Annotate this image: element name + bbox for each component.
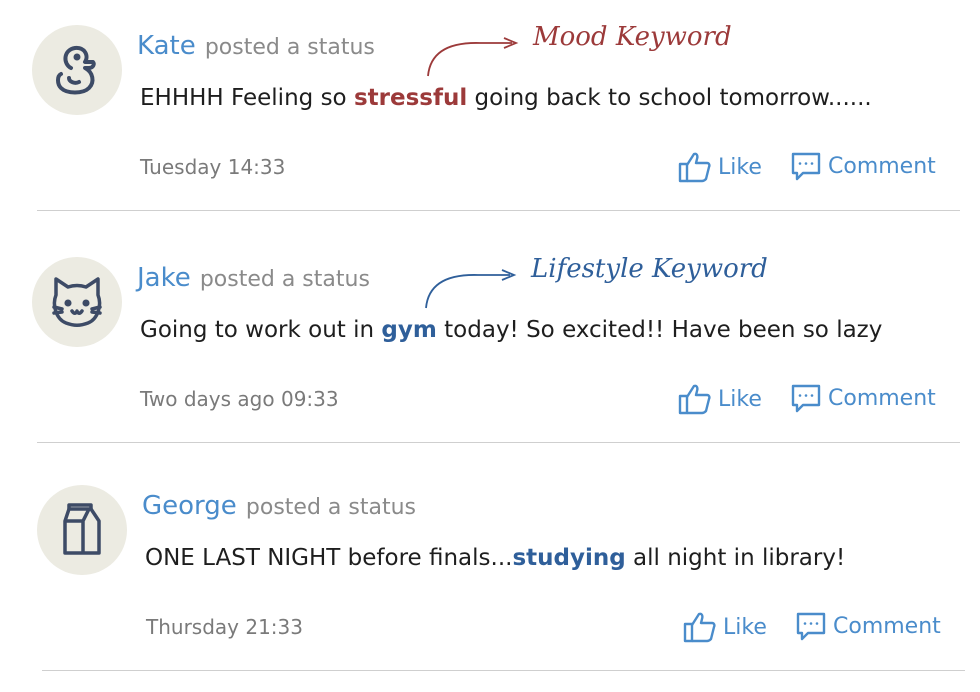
timestamp: Tuesday 14:33: [140, 155, 286, 179]
like-button[interactable]: Like: [678, 382, 762, 416]
duck-icon: [56, 45, 96, 95]
milk-carton-icon: [63, 503, 101, 555]
thumbs-up-icon: [678, 384, 711, 415]
post-divider: [37, 442, 960, 443]
post-action-text: posted a status: [204, 35, 375, 60]
comment-button[interactable]: Comment: [795, 610, 941, 642]
author-name[interactable]: Jake: [137, 263, 191, 293]
timestamp: Two days ago 09:33: [140, 387, 339, 411]
cat-icon: [52, 277, 102, 327]
mood-keyword: stressful: [353, 85, 468, 111]
status-text: Going to work out in gym today! So excit…: [140, 317, 883, 343]
lifestyle-keyword: studying: [512, 545, 626, 571]
avatar[interactable]: [37, 485, 127, 575]
lifestyle-annotation-arrow: [425, 269, 517, 309]
avatar[interactable]: [32, 25, 122, 115]
comment-button[interactable]: Comment: [790, 382, 936, 414]
like-button[interactable]: Like: [678, 150, 762, 184]
thumbs-up-icon: [683, 612, 716, 643]
timestamp: Thursday 21:33: [146, 615, 303, 639]
author-name[interactable]: Kate: [137, 31, 196, 61]
post-action-text: posted a status: [199, 267, 370, 292]
mood-keyword-annotation: Mood Keyword: [533, 22, 732, 52]
comment-button[interactable]: Comment: [790, 150, 936, 182]
post-divider: [42, 670, 965, 671]
author-name[interactable]: George: [142, 491, 237, 521]
thumbs-up-icon: [678, 152, 711, 183]
post-card: George posted a status ONE LAST NIGHT be…: [0, 460, 980, 692]
post-divider: [37, 210, 960, 211]
lifestyle-keyword-annotation: Lifestyle Keyword: [531, 254, 768, 284]
comment-icon: [791, 384, 821, 413]
comment-icon: [791, 152, 821, 181]
lifestyle-keyword: gym: [381, 317, 437, 343]
comment-icon: [796, 612, 826, 641]
avatar[interactable]: [32, 257, 122, 347]
post-action-text: posted a status: [245, 495, 416, 520]
mood-annotation-arrow: [427, 37, 519, 77]
status-text: EHHHH Feeling so stressful going back to…: [140, 85, 872, 111]
like-button[interactable]: Like: [683, 610, 767, 644]
status-text: ONE LAST NIGHT before finals...studying …: [145, 545, 846, 571]
